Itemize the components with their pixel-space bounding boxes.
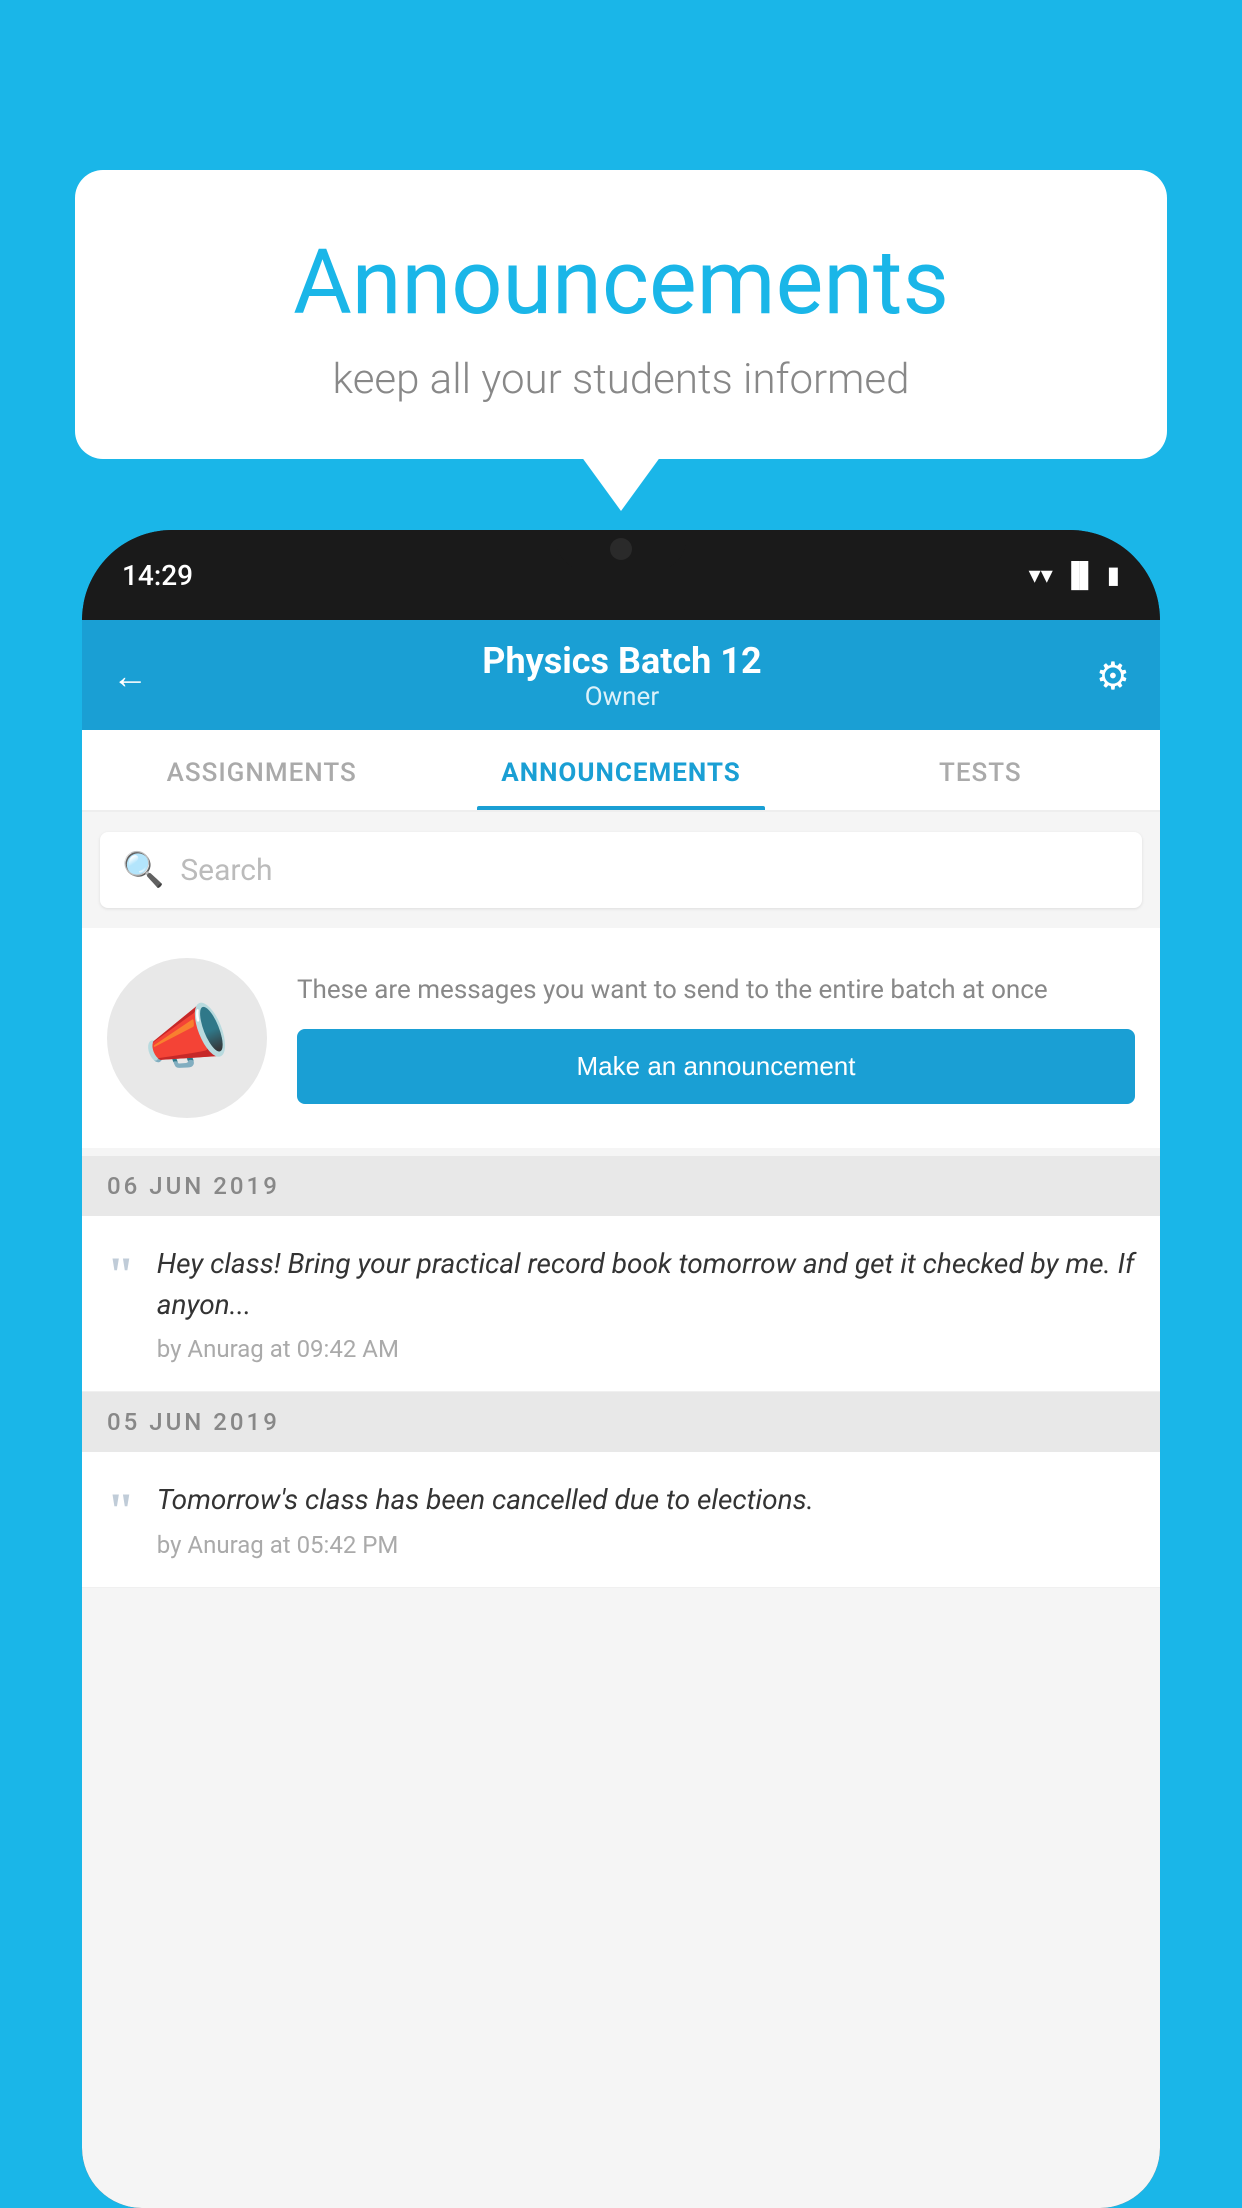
tab-assignments[interactable]: ASSIGNMENTS: [82, 730, 441, 810]
gear-icon[interactable]: ⚙: [1096, 654, 1130, 699]
status-time: 14:29: [122, 559, 193, 592]
bubble-title: Announcements: [125, 230, 1117, 335]
tab-announcements[interactable]: ANNOUNCEMENTS: [441, 730, 800, 810]
phone-camera: [610, 538, 632, 560]
promo-icon-circle: 📣: [107, 958, 267, 1118]
speech-bubble: Announcements keep all your students inf…: [75, 170, 1167, 459]
announcement-text-1: Hey class! Bring your practical record b…: [157, 1244, 1135, 1363]
promo-description: These are messages you want to send to t…: [297, 972, 1135, 1008]
tab-bar: ASSIGNMENTS ANNOUNCEMENTS TESTS: [82, 730, 1160, 812]
phone-content: 🔍 Search 📣 These are messages you want t…: [82, 812, 1160, 2208]
announcement-text-2: Tomorrow's class has been cancelled due …: [157, 1480, 1135, 1559]
search-placeholder: Search: [180, 853, 272, 888]
announcement-meta-1: by Anurag at 09:42 AM: [157, 1335, 1135, 1363]
announcement-message-2: Tomorrow's class has been cancelled due …: [157, 1480, 1135, 1521]
make-announcement-button[interactable]: Make an announcement: [297, 1029, 1135, 1104]
quote-icon-1: ": [107, 1249, 135, 1299]
search-bar[interactable]: 🔍 Search: [100, 832, 1142, 908]
date-separator-2: 05 JUN 2019: [82, 1392, 1160, 1452]
megaphone-icon: 📣: [143, 997, 230, 1079]
date-separator-1: 06 JUN 2019: [82, 1156, 1160, 1216]
battery-icon: ▮: [1107, 561, 1120, 589]
header-title: Physics Batch 12: [482, 640, 761, 682]
phone-mockup: 14:29 ▾▾ ▐▌ ▮ ← Physics Batch 12 Owner ⚙…: [82, 530, 1160, 2208]
back-button[interactable]: ←: [112, 655, 148, 697]
signal-icon: ▐▌: [1063, 561, 1097, 590]
promo-text-area: These are messages you want to send to t…: [297, 972, 1135, 1103]
bubble-subtitle: keep all your students informed: [125, 355, 1117, 404]
status-icons: ▾▾ ▐▌ ▮: [1029, 561, 1120, 590]
header-title-group: Physics Batch 12 Owner: [482, 640, 761, 712]
tab-tests[interactable]: TESTS: [801, 730, 1160, 810]
search-icon: 🔍: [122, 850, 164, 890]
announcement-message-1: Hey class! Bring your practical record b…: [157, 1244, 1135, 1325]
phone-notch: [556, 530, 686, 570]
announcement-meta-2: by Anurag at 05:42 PM: [157, 1531, 1135, 1559]
announcement-item-2[interactable]: " Tomorrow's class has been cancelled du…: [82, 1452, 1160, 1588]
announcement-promo: 📣 These are messages you want to send to…: [82, 928, 1160, 1148]
app-header: ← Physics Batch 12 Owner ⚙: [82, 620, 1160, 730]
header-subtitle: Owner: [482, 682, 761, 712]
wifi-icon: ▾▾: [1029, 561, 1053, 589]
status-bar: 14:29 ▾▾ ▐▌ ▮: [82, 530, 1160, 620]
announcement-item-1[interactable]: " Hey class! Bring your practical record…: [82, 1216, 1160, 1392]
quote-icon-2: ": [107, 1485, 135, 1535]
